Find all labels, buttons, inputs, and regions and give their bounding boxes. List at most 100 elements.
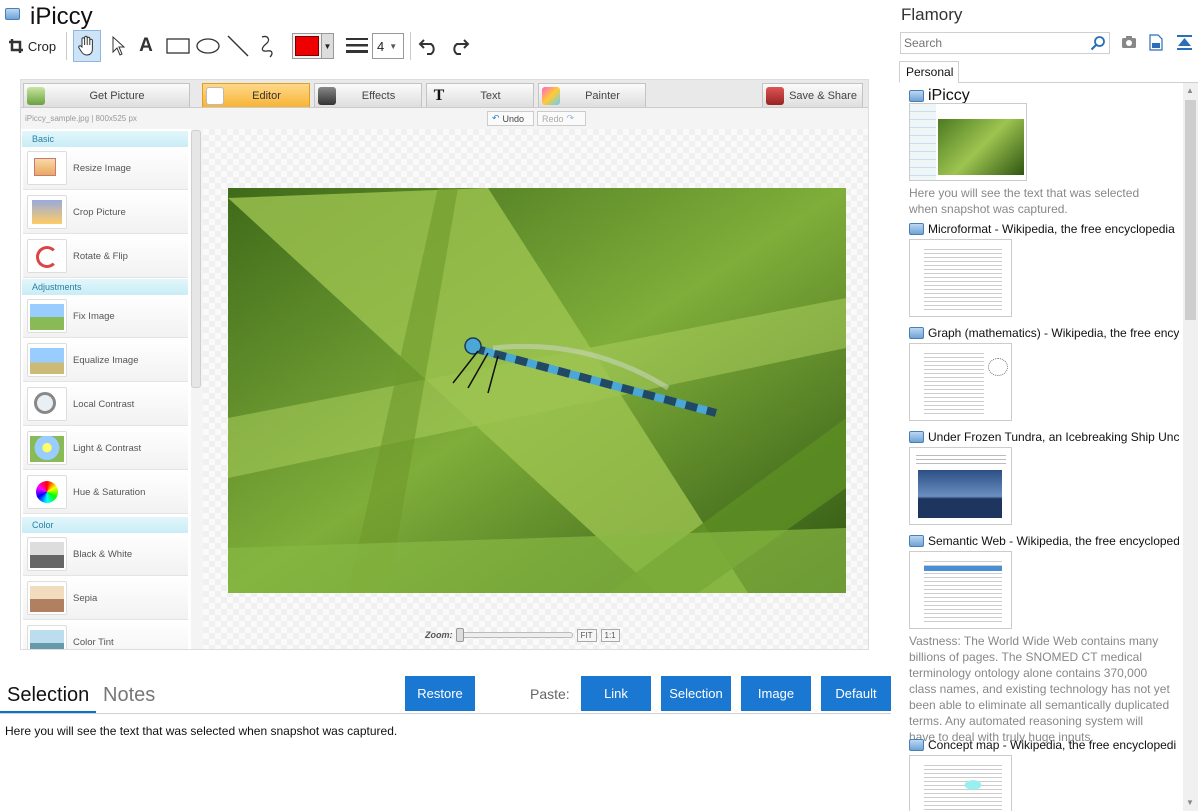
undo-icon: ↶ — [492, 113, 500, 123]
snapshot-thumbnail — [909, 239, 1012, 317]
pointer-icon — [112, 36, 125, 56]
list-item[interactable]: Graph (mathematics) - Wikipedia, the fre… — [909, 325, 1179, 421]
tool-crop-picture[interactable]: Crop Picture — [23, 191, 188, 234]
section-color: Color — [22, 517, 188, 533]
list-item[interactable]: Under Frozen Tundra, an Icebreaking Ship… — [909, 429, 1179, 525]
tab-effects[interactable]: Effects — [314, 83, 422, 107]
camera-icon[interactable] — [1121, 35, 1137, 49]
zoom-fit-button[interactable]: FIT — [576, 628, 597, 642]
paste-label: Paste: — [530, 686, 570, 702]
scroll-up-icon[interactable]: ▲ — [1186, 86, 1194, 95]
tool-resize-image[interactable]: Resize Image — [23, 147, 188, 190]
search-input[interactable] — [900, 32, 1110, 54]
ipiccy-editor: Get Picture Editor Effects T Text Painte… — [20, 79, 869, 650]
tool-color-tint[interactable]: Color Tint — [23, 621, 188, 649]
app-icon — [5, 8, 20, 20]
section-basic: Basic — [22, 131, 188, 147]
tool-black-white[interactable]: Black & White — [23, 533, 188, 576]
color-picker[interactable]: ▼ — [292, 30, 334, 62]
tool-fix-image[interactable]: Fix Image — [23, 295, 188, 338]
fix-image-icon — [27, 299, 67, 333]
crop-button[interactable]: Crop — [6, 30, 58, 62]
brush-icon — [206, 86, 224, 105]
tab-editor[interactable]: Editor — [202, 83, 310, 107]
tools-panel: Basic Resize Image Crop Picture Rotate &… — [21, 129, 191, 649]
text-tool-button[interactable]: A — [134, 30, 158, 62]
text-icon: T — [433, 86, 445, 104]
tab-save-share[interactable]: Save & Share — [762, 83, 863, 107]
tab-text[interactable]: T Text — [426, 83, 534, 107]
paste-selection-button[interactable]: Selection — [661, 676, 731, 711]
app-icon — [909, 327, 924, 339]
zoom-slider-handle[interactable] — [455, 628, 464, 642]
rectangle-tool-button[interactable] — [164, 30, 192, 62]
tool-local-contrast[interactable]: Local Contrast — [23, 383, 188, 426]
tool-equalize-image[interactable]: Equalize Image — [23, 339, 188, 382]
tab-painter[interactable]: Painter — [538, 83, 646, 107]
document-icon[interactable] — [1149, 34, 1163, 51]
color-wheel-icon — [27, 475, 67, 509]
zoom-slider[interactable] — [455, 628, 573, 642]
paste-default-button[interactable]: Default — [821, 676, 891, 711]
list-item[interactable]: Concept map - Wikipedia, the free encycl… — [909, 737, 1179, 811]
dragonfly-photo — [228, 188, 846, 593]
collapse-icon[interactable] — [1176, 34, 1193, 51]
app-icon — [909, 535, 924, 547]
hand-icon — [78, 35, 93, 56]
crop-picture-icon — [27, 195, 67, 229]
tab-notes[interactable]: Notes — [103, 684, 155, 707]
undo-button[interactable] — [416, 30, 442, 62]
editor-tab-bar: Get Picture Editor Effects T Text Painte… — [21, 80, 868, 108]
tint-icon — [27, 625, 67, 649]
snapshot-thumbnail — [909, 447, 1012, 525]
zoom-1-1-button[interactable]: 1:1 — [600, 628, 620, 642]
tool-sepia[interactable]: Sepia — [23, 577, 188, 620]
ellipse-tool-button[interactable] — [194, 30, 222, 62]
scroll-down-icon[interactable]: ▼ — [1186, 798, 1194, 807]
ellipse-icon — [196, 38, 220, 54]
rectangle-icon — [166, 38, 190, 54]
drawing-toolbar: Crop A ▼ 4 ▼ — [0, 30, 500, 64]
redo-icon: ↷ — [566, 113, 575, 123]
redo-button[interactable] — [446, 30, 472, 62]
freehand-tool-button[interactable] — [254, 30, 282, 62]
equalize-icon — [27, 343, 67, 377]
tab-selection[interactable]: Selection — [7, 684, 89, 707]
app-icon — [909, 739, 924, 751]
line-tool-button[interactable] — [224, 30, 252, 62]
chevron-down-icon: ▼ — [389, 41, 398, 51]
scrollbar-thumb[interactable] — [1185, 100, 1196, 320]
rotate-icon — [27, 239, 67, 273]
restore-button[interactable]: Restore — [405, 676, 475, 711]
sepia-icon — [27, 581, 67, 615]
paste-image-button[interactable]: Image — [741, 676, 811, 711]
select-tool-button[interactable] — [106, 30, 130, 62]
list-item[interactable]: iPiccy Here you will see the text that w… — [909, 87, 1179, 217]
list-item[interactable]: Microformat - Wikipedia, the free encycl… — [909, 221, 1179, 317]
save-icon — [766, 86, 784, 105]
picture-icon — [27, 86, 45, 105]
file-info: iPiccy_sample.jpg | 800x525 px — [21, 109, 868, 129]
paste-link-button[interactable]: Link — [581, 676, 651, 711]
editor-undo-button[interactable]: ↶ Undo — [487, 111, 534, 126]
flamory-title: Flamory — [901, 5, 963, 24]
editor-redo-button[interactable]: Redo ↷ — [537, 111, 586, 126]
tool-rotate-flip[interactable]: Rotate & Flip — [23, 235, 188, 278]
effects-icon — [318, 86, 336, 105]
tools-scrollbar[interactable] — [191, 130, 201, 388]
tab-personal[interactable]: Personal — [899, 61, 959, 83]
app-icon — [909, 431, 924, 443]
palette-icon — [542, 86, 560, 105]
current-color-swatch — [295, 36, 319, 56]
tool-hue-saturation[interactable]: Hue & Saturation — [23, 471, 188, 514]
search-icon[interactable] — [1090, 35, 1106, 51]
line-width-icon — [344, 30, 370, 62]
hand-tool-button[interactable] — [73, 30, 101, 62]
tool-light-contrast[interactable]: Light & Contrast — [23, 427, 188, 470]
zoom-control: Zoom: FIT 1:1 — [425, 626, 620, 644]
tab-get-picture[interactable]: Get Picture — [23, 83, 190, 107]
line-width-select[interactable]: 4 ▼ — [372, 30, 404, 62]
snapshot-list: iPiccy Here you will see the text that w… — [899, 83, 1182, 811]
list-item[interactable]: Semantic Web - Wikipedia, the free encyc… — [909, 533, 1179, 745]
crop-label: Crop — [27, 38, 57, 54]
